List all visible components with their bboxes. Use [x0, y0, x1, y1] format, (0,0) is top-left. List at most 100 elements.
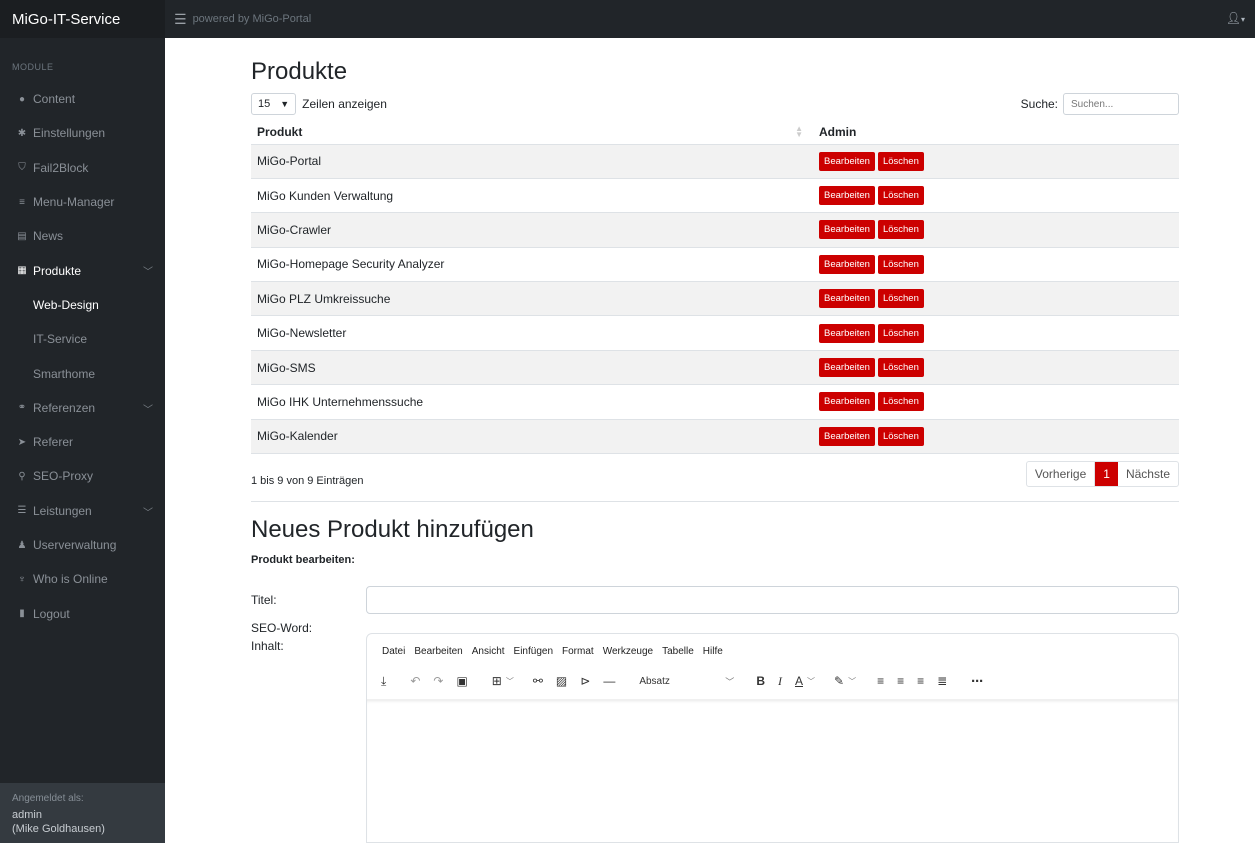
paste-icon[interactable]: ▣	[456, 674, 467, 688]
sidebar-item-content[interactable]: ● Content	[0, 82, 165, 116]
sidebar-subitem-it-service[interactable]: IT-Service	[0, 322, 165, 356]
pagination-page-1[interactable]: 1	[1095, 461, 1118, 486]
product-name: MiGo-Kalender	[251, 419, 813, 455]
edit-button[interactable]: Bearbeiten	[819, 151, 875, 171]
sidebar-item-userverwaltung[interactable]: ♟ Userverwaltung	[0, 528, 165, 562]
text-color-icon[interactable]: A	[795, 674, 803, 688]
pagination-previous[interactable]: Vorherige	[1027, 461, 1096, 486]
search-label: Suche:	[1020, 97, 1058, 111]
product-name: MiGo-Crawler	[251, 212, 813, 248]
sidebar-item-news[interactable]: ▤ News	[0, 219, 165, 253]
user-icon[interactable]: 👤︎	[1226, 11, 1241, 25]
editor-menu-bearbeiten[interactable]: Bearbeiten	[414, 646, 462, 657]
title-label: Titel:	[251, 593, 277, 608]
table-icon[interactable]: ⊞	[492, 674, 502, 688]
italic-icon[interactable]: I	[778, 674, 782, 689]
new-product-heading: Neues Produkt hinzufügen	[251, 516, 534, 544]
rows-per-page-select[interactable]: 15 ▼	[251, 93, 297, 115]
align-right-icon[interactable]: ≡	[917, 674, 924, 688]
delete-button[interactable]: Löschen	[877, 392, 924, 412]
title-input[interactable]	[366, 586, 1179, 615]
bold-icon[interactable]: B	[756, 674, 765, 688]
sidebar-item-menu-manager[interactable]: ≡ Menu-Manager	[0, 185, 165, 219]
sidebar-item-logout[interactable]: ▮ Logout	[0, 596, 165, 630]
edit-button[interactable]: Bearbeiten	[819, 186, 875, 206]
brand-title[interactable]: MiGo-IT-Service	[0, 0, 165, 38]
edit-button[interactable]: Bearbeiten	[819, 289, 875, 309]
product-name: MiGo-Portal	[251, 144, 813, 179]
chevron-down-icon[interactable]: ﹀	[848, 676, 856, 687]
undo-icon[interactable]: ↶	[410, 674, 420, 688]
delete-button[interactable]: Löschen	[877, 151, 924, 171]
sidebar-toggle[interactable]: ☰ powered by MiGo-Portal	[174, 11, 311, 28]
align-justify-icon[interactable]: ≣	[937, 674, 947, 688]
editor-menu-format[interactable]: Format	[562, 646, 594, 657]
delete-button[interactable]: Löschen	[877, 426, 924, 446]
table-row: MiGo-Portal Bearbeiten Löschen	[251, 144, 1179, 179]
sidebar-item-referenzen[interactable]: ⚭ Referenzen ﹀	[0, 391, 165, 425]
table-header-row: Produkt ▲ ▼ Admin	[251, 120, 1179, 145]
link-icon[interactable]: ⚯	[533, 674, 543, 688]
sidebar-subitem-web-design[interactable]: Web-Design	[0, 288, 165, 322]
table-row: MiGo-SMS Bearbeiten Löschen	[251, 350, 1179, 386]
editor-menu-werkzeuge[interactable]: Werkzeuge	[603, 646, 653, 657]
edit-button[interactable]: Bearbeiten	[819, 254, 875, 274]
chevron-down-icon[interactable]: ﹀	[807, 676, 815, 687]
editor-menu-einfuegen[interactable]: Einfügen	[514, 646, 553, 657]
sidebar-item-fail2block[interactable]: ⛉ Fail2Block	[0, 151, 165, 185]
sidebar-item-referer[interactable]: ➤ Referer	[0, 425, 165, 459]
editor-menu-datei[interactable]: Datei	[382, 646, 405, 657]
highlight-color-icon[interactable]: ✎	[834, 674, 844, 688]
save-icon[interactable]: ⤓	[381, 674, 386, 689]
chevron-down-icon[interactable]: ﹀	[506, 676, 514, 687]
editor-content-area[interactable]	[367, 699, 1178, 839]
sidebar-item-produkte[interactable]: ▦ Produkte ﹀	[0, 253, 165, 287]
search-input[interactable]	[1063, 93, 1179, 115]
edit-button[interactable]: Bearbeiten	[819, 220, 875, 240]
block-format-select[interactable]: Absatz ﹀	[639, 675, 734, 688]
sidebar-item-who-is-online[interactable]: ♆ Who is Online	[0, 562, 165, 596]
sidebar-subitem-smarthome[interactable]: Smarthome	[0, 356, 165, 390]
align-center-icon[interactable]: ≡	[897, 674, 904, 688]
rows-per-page-label: Zeilen anzeigen	[302, 97, 387, 111]
more-icon[interactable]: ⋯	[971, 674, 983, 688]
user-icon: ♟	[17, 539, 27, 551]
editor-menu-tabelle[interactable]: Tabelle	[662, 646, 694, 657]
delete-button[interactable]: Löschen	[877, 254, 924, 274]
delete-button[interactable]: Löschen	[877, 358, 924, 378]
column-header-admin: Admin	[813, 120, 1179, 145]
align-left-icon[interactable]: ≡	[877, 674, 884, 688]
edit-button[interactable]: Bearbeiten	[819, 392, 875, 412]
user-menu-dropdown[interactable]: 👤︎▾	[1226, 11, 1245, 25]
sidebar: MODULE ● Content ✱ Einstellungen ⛉ Fail2…	[0, 38, 165, 843]
delete-button[interactable]: Löschen	[877, 323, 924, 343]
column-header-produkt[interactable]: Produkt ▲ ▼	[251, 120, 813, 145]
sidebar-item-label: News	[33, 229, 64, 244]
edit-button[interactable]: Bearbeiten	[819, 426, 875, 446]
sidebar-item-seo-proxy[interactable]: ⚲ SEO-Proxy	[0, 459, 165, 493]
image-icon[interactable]: ▨	[556, 674, 567, 688]
edit-button[interactable]: Bearbeiten	[819, 323, 875, 343]
edit-button[interactable]: Bearbeiten	[819, 358, 875, 378]
caret-down-icon: ▾	[1240, 15, 1245, 24]
chevron-down-icon[interactable]: ﹀	[143, 263, 153, 278]
logged-in-username: admin	[12, 809, 42, 821]
chevron-down-icon[interactable]: ﹀	[143, 401, 153, 416]
delete-button[interactable]: Löschen	[877, 220, 924, 240]
editor-menu-ansicht[interactable]: Ansicht	[472, 646, 505, 657]
pagination-next[interactable]: Nächste	[1118, 462, 1178, 486]
sort-icon[interactable]: ▲ ▼	[795, 125, 803, 139]
redo-icon[interactable]: ↷	[433, 674, 443, 688]
horizontal-line-icon[interactable]: —	[603, 674, 615, 688]
sidebar-item-einstellungen[interactable]: ✱ Einstellungen	[0, 116, 165, 150]
sidebar-item-label: Who is Online	[33, 572, 108, 587]
rich-text-editor[interactable]: Datei Bearbeiten Ansicht Einfügen Format…	[366, 633, 1179, 843]
media-icon[interactable]: ⊳	[580, 674, 590, 688]
chevron-down-icon[interactable]: ﹀	[143, 504, 153, 519]
delete-button[interactable]: Löschen	[877, 289, 924, 309]
editor-menu-hilfe[interactable]: Hilfe	[703, 646, 723, 657]
delete-button[interactable]: Löschen	[877, 186, 924, 206]
hamburger-icon[interactable]: ☰	[174, 11, 187, 28]
box-icon: ▦	[17, 265, 27, 277]
sidebar-item-leistungen[interactable]: ☰ Leistungen ﹀	[0, 494, 165, 528]
